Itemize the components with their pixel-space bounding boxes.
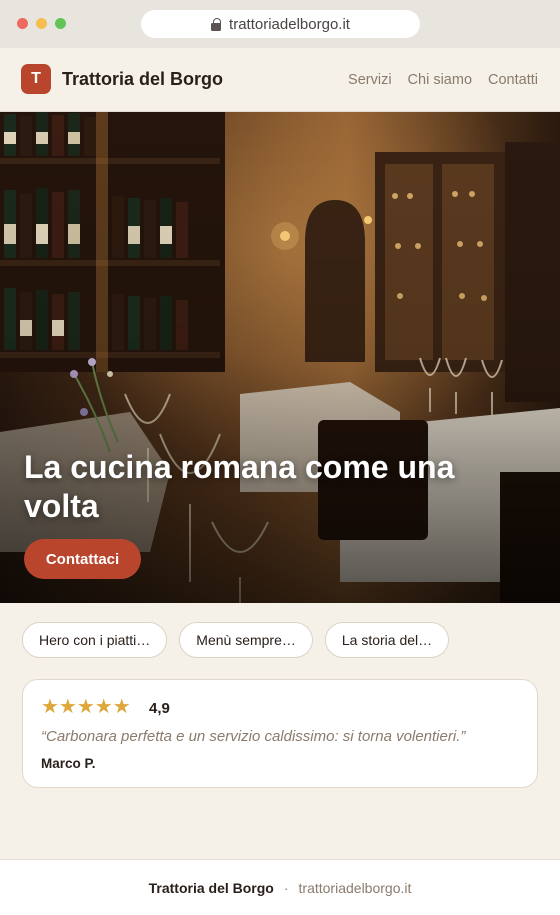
hero-section: La cucina romana come una volta Contatta… xyxy=(0,112,560,603)
footer-separator: · xyxy=(283,879,289,896)
hero-title: La cucina romana come una volta xyxy=(24,449,455,524)
review-card: ★★★★★ 4,9 “Carbonara perfetta e un servi… xyxy=(22,679,538,788)
main-nav: Servizi Chi siamo Contatti xyxy=(348,72,538,88)
footer-domain[interactable]: trattoriadelborgo.it xyxy=(299,880,412,896)
hero-restaurant-photo xyxy=(0,112,560,603)
website: T Trattoria del Borgo Servizi Chi siamo … xyxy=(0,48,560,915)
maximize-window-icon[interactable] xyxy=(55,18,66,29)
star-rating-icon: ★★★★★ xyxy=(41,696,131,718)
contact-button[interactable]: Contattaci xyxy=(24,539,141,579)
browser-chrome: trattoriadelborgo.it xyxy=(0,0,560,48)
chip-menu[interactable]: Menù sempre… xyxy=(179,622,313,658)
feature-chips: Hero con i piatti… Menù sempre… La stori… xyxy=(22,622,450,658)
review-quote: “Carbonara perfetta e un servizio caldis… xyxy=(41,728,466,745)
minimize-window-icon[interactable] xyxy=(36,18,47,29)
rating-value: 4,9 xyxy=(149,700,170,717)
site-header: T Trattoria del Borgo Servizi Chi siamo … xyxy=(0,48,560,112)
address-bar[interactable]: trattoriadelborgo.it xyxy=(141,10,420,38)
close-window-icon[interactable] xyxy=(17,18,28,29)
footer-brand: Trattoria del Borgo xyxy=(148,879,274,896)
site-footer: Trattoria del Borgo · trattoriadelborgo.… xyxy=(0,859,560,915)
nav-link-servizi[interactable]: Servizi xyxy=(348,72,392,88)
address-bar-url: trattoriadelborgo.it xyxy=(229,15,350,33)
nav-link-contatti[interactable]: Contatti xyxy=(488,72,538,88)
chip-storia[interactable]: La storia del… xyxy=(324,622,450,658)
chip-hero-piatti[interactable]: Hero con i piatti… xyxy=(22,622,168,658)
logo[interactable]: T xyxy=(21,64,51,94)
review-author: Marco P. xyxy=(41,756,96,771)
brand-name[interactable]: Trattoria del Borgo xyxy=(62,69,223,90)
lock-icon xyxy=(211,17,222,31)
nav-link-chi-siamo[interactable]: Chi siamo xyxy=(408,72,472,88)
